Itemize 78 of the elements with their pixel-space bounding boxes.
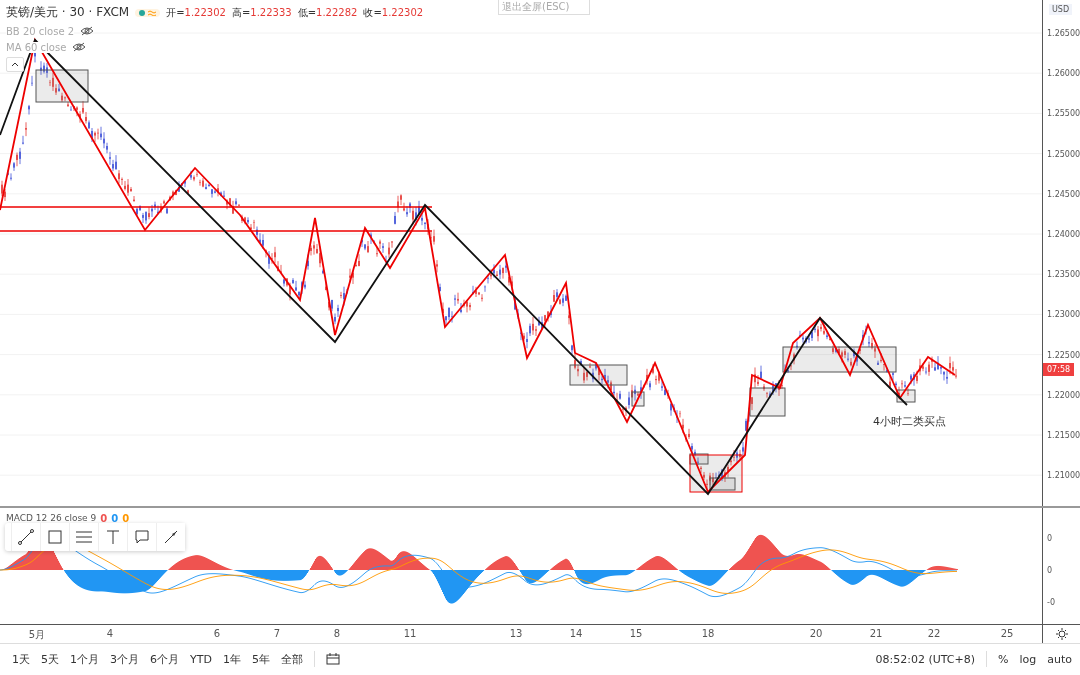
scale-option[interactable]: log (1019, 652, 1037, 666)
zone-box (631, 391, 645, 407)
range-button[interactable]: 全部 (280, 651, 303, 667)
time-tick: 14 (569, 628, 583, 639)
price-tick: 1.25500 (1047, 108, 1080, 118)
range-button[interactable]: 6个月 (150, 651, 179, 667)
time-tick: 11 (403, 628, 417, 639)
macd-value: 0 (100, 513, 108, 524)
range-button[interactable]: 1天 (12, 651, 30, 667)
trend-line-tool[interactable] (11, 523, 40, 551)
collapse-button[interactable] (6, 57, 24, 72)
countdown-label: 07:58 (1043, 363, 1075, 376)
price-tick: 1.26500 (1047, 28, 1080, 38)
macd-tick: -0 (1047, 597, 1055, 607)
rectangle-icon (46, 528, 64, 546)
price-tick: 1.23000 (1047, 309, 1080, 319)
text-icon (105, 528, 121, 546)
price-tick: 1.25000 (1047, 149, 1080, 159)
macd-value: 0 (122, 513, 130, 524)
range-button[interactable]: 5天 (41, 651, 59, 667)
time-tick: 6 (213, 628, 221, 639)
status-badge (135, 8, 161, 17)
ohlc-value: 收=1.22302 (363, 5, 424, 20)
range-button[interactable]: 3个月 (110, 651, 139, 667)
price-tick: 1.22500 (1047, 350, 1080, 360)
pen-icon (162, 528, 180, 546)
time-tick: 4 (106, 628, 114, 639)
price-tick: 1.23500 (1047, 269, 1080, 279)
caret-icon (11, 62, 19, 67)
date-range-icon[interactable] (325, 653, 340, 665)
speech-bubble-icon (133, 528, 151, 546)
scale-option[interactable]: auto (1047, 652, 1072, 666)
price-tick: 1.24500 (1047, 189, 1080, 199)
price-tick: 1.21000 (1047, 470, 1080, 480)
zone-box (35, 69, 89, 103)
settings-icon[interactable] (1055, 628, 1068, 640)
ohlc-value: 开=1.22302 (166, 5, 226, 20)
parallel-lines-tool[interactable] (69, 523, 98, 551)
range-button[interactable]: YTD (190, 652, 212, 666)
time-tick: 5月 (28, 628, 46, 642)
time-tick: 8 (333, 628, 341, 639)
time-tick: 15 (629, 628, 643, 639)
macd-tick: 0 (1047, 565, 1053, 575)
hidden-eye-icon[interactable] (80, 25, 95, 37)
price-tick: 1.22000 (1047, 390, 1080, 400)
macd-value: 0 (111, 513, 119, 524)
ohlc-value: 低=1.22282 (297, 5, 358, 20)
chart-annotation: 4小时二类买点 (873, 414, 946, 429)
hidden-eye-icon[interactable] (72, 41, 87, 53)
price-tick: 1.26000 (1047, 68, 1080, 78)
time-tick: 20 (809, 628, 823, 639)
clock: 08:52:02 (UTC+8) (875, 652, 975, 666)
price-tick: 1.24000 (1047, 229, 1080, 239)
macd-tick: 0 (1047, 533, 1053, 543)
lines-icon (74, 528, 94, 546)
zone-box (569, 364, 628, 386)
indicator-label: MA 60 close (6, 41, 67, 53)
zone-box (749, 387, 786, 417)
currency-label: USD (1049, 4, 1073, 15)
macd-label: MACD 12 26 close 9 (6, 513, 97, 524)
time-tick: 7 (273, 628, 281, 639)
range-button[interactable]: 1年 (222, 651, 241, 667)
range-button[interactable]: 5年 (251, 651, 270, 667)
scale-option[interactable]: % (998, 652, 1009, 666)
time-tick: 22 (927, 628, 941, 639)
time-tick: 25 (1000, 628, 1014, 639)
symbol-title: 英镑/美元 · 30 · FXCM (6, 4, 130, 21)
text-tool[interactable] (98, 523, 127, 551)
time-tick: 21 (869, 628, 883, 639)
callout-tool[interactable] (127, 523, 156, 551)
range-button[interactable]: 1个月 (70, 651, 99, 667)
indicator-label: BB 20 close 2 (6, 25, 75, 37)
line-icon (17, 528, 35, 546)
price-tick: 1.21500 (1047, 430, 1080, 440)
zone-box (896, 389, 916, 403)
ohlc-value: 高=1.22333 (231, 5, 292, 20)
time-tick: 13 (509, 628, 523, 639)
time-tick: 18 (701, 628, 715, 639)
